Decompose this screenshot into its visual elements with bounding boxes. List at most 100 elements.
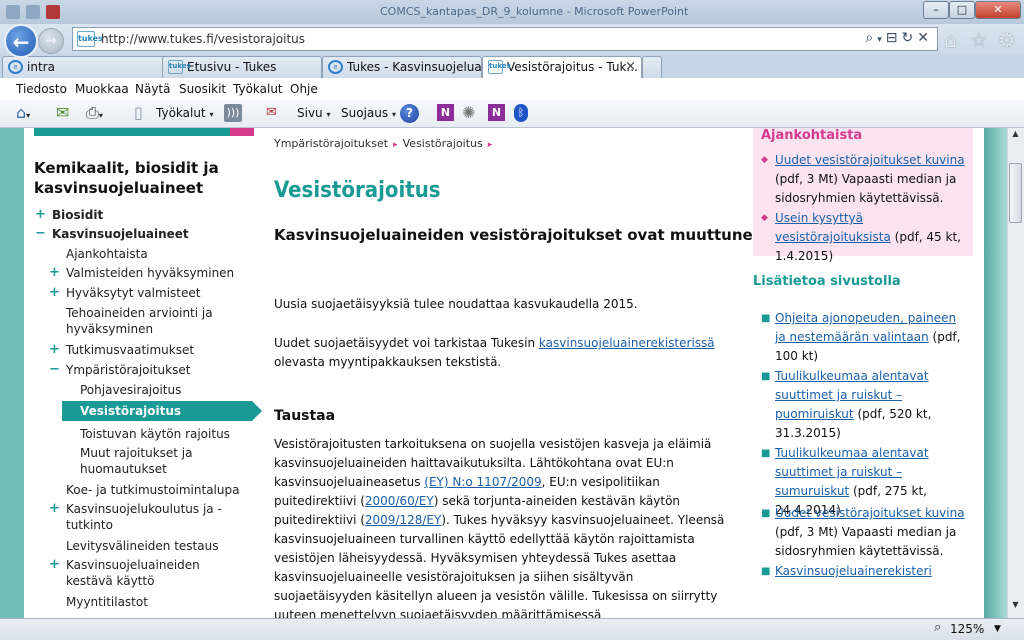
- tools-gear-icon[interactable]: ⚙: [998, 28, 1016, 52]
- app-shortcut-icon[interactable]: [46, 5, 60, 19]
- nav-item-label: Vesistörajoitus: [80, 404, 182, 418]
- page-menu-button[interactable]: Sivu ▾: [297, 106, 331, 120]
- nav-item-muut-rajoitukset[interactable]: Muut rajoitukset ja huomautukset: [80, 445, 210, 477]
- nav-item-pohjavesirajoitus[interactable]: Pohjavesirajoitus: [80, 382, 270, 398]
- zoom-icon[interactable]: ⌕: [934, 620, 941, 635]
- window-title: COMCS_kantapas_DR_9_kolumne - Microsoft …: [380, 5, 689, 18]
- more-info-item: ■ Ohjeita ajonopeuden, paineen ja nestemä…: [761, 309, 966, 366]
- nav-item-tutkimusvaatimukset[interactable]: + Tutkimusvaatimukset: [49, 342, 256, 358]
- more-info-link[interactable]: Uudet vesistörajoitukset kuvina: [775, 506, 965, 520]
- expand-icon[interactable]: +: [49, 265, 60, 281]
- search-icon[interactable]: ⌕: [865, 30, 877, 46]
- home-icon[interactable]: ⌂▾: [16, 104, 30, 125]
- nav-item-label: Kasvinsuojeluaineiden kestävä käyttö: [66, 558, 200, 588]
- home-icon[interactable]: ⌂: [944, 28, 957, 52]
- tab-kasvinsuojeluaineet[interactable]: e Tukes - Kasvinsuojeluai...: [322, 56, 482, 78]
- onenote-icon[interactable]: N: [437, 104, 454, 121]
- nav-item-toistuvan-kayton-rajoitus[interactable]: Toistuvan käytön rajoitus: [80, 426, 270, 442]
- print-icon[interactable]: ⎙▾: [86, 104, 103, 125]
- nav-item-ajankohtaista[interactable]: Ajankohtaista: [66, 246, 256, 262]
- tab-etusivu[interactable]: tukes Etusivu - Tukes: [162, 56, 322, 78]
- scroll-up-arrow-icon[interactable]: ▲: [1008, 129, 1023, 145]
- dropdown-icon[interactable]: ▾: [877, 35, 886, 45]
- expand-icon[interactable]: +: [49, 285, 60, 301]
- tab-vesistorajoitus[interactable]: tukes Vesistörajoitus - Tuk... ×: [482, 56, 642, 78]
- nav-item-tehoaineiden-arviointi[interactable]: Tehoaineiden arviointi ja hyväksyminen: [66, 305, 216, 337]
- news-item: ◆ Uudet vesistörajoitukset kuvina (pdf, 3…: [761, 151, 966, 208]
- news-link[interactable]: Usein kysyttyä vesistörajoituksista: [775, 211, 891, 244]
- tools-menu-button[interactable]: Työkalut ▾: [156, 106, 213, 120]
- more-info-note: (pdf, 3 Mt) Vapaasti median ja sidosryhm…: [775, 525, 957, 558]
- maximize-button[interactable]: □: [949, 1, 975, 19]
- menu-nayta[interactable]: Näytä: [135, 82, 171, 96]
- tab-label: Vesistörajoitus - Tuk...: [507, 60, 638, 74]
- new-tab-button[interactable]: [642, 56, 662, 78]
- menu-tyokalut[interactable]: Työkalut: [233, 82, 283, 96]
- nav-item-label: Tutkimusvaatimukset: [66, 343, 195, 357]
- nav-item-myyntitilastot[interactable]: Myyntitilastot: [66, 594, 256, 610]
- help-icon[interactable]: ?: [400, 104, 419, 123]
- zoom-dropdown-icon[interactable]: ▼: [994, 624, 1001, 634]
- expand-icon[interactable]: +: [49, 342, 60, 358]
- favorites-star-icon[interactable]: ☆: [970, 28, 988, 52]
- nav-item-hyvaksytyt-valmisteet[interactable]: + Hyväksytyt valmisteet: [49, 285, 256, 301]
- nav-item-kasvinsuojeluaineet[interactable]: − Kasvinsuojeluaineet: [35, 226, 242, 242]
- address-actions[interactable]: ⌕▾⊟↻✕: [865, 30, 933, 46]
- nav-item-koe-ja-tutkimustoimintalupa[interactable]: Koe- ja tutkimustoimintalupa: [66, 482, 256, 498]
- nav-item-vesistorajoitus[interactable]: Vesistörajoitus: [62, 401, 252, 421]
- nav-item-kestava-kaytto[interactable]: + Kasvinsuojeluaineiden kestävä käyttö: [49, 557, 241, 589]
- nav-item-levitysvalineiden-testaus[interactable]: Levitysvälineiden testaus: [66, 538, 256, 554]
- text: ). Tukes hyväksyy kasvinsuojeluaineet. Y…: [274, 513, 725, 618]
- nav-heading: Kemikaalit, biosidit ja kasvinsuojeluain…: [34, 159, 219, 197]
- more-info-link[interactable]: Ohjeita ajonopeuden, paineen ja nestemää…: [775, 311, 956, 344]
- compatibility-icon[interactable]: ⊟: [886, 30, 902, 46]
- stop-icon[interactable]: ✕: [917, 30, 933, 46]
- breadcrumb-item[interactable]: Ympäristörajoitukset: [274, 137, 388, 150]
- nav-item-label: Levitysvälineiden testaus: [66, 539, 219, 553]
- nav-item-ymparistorajoitukset[interactable]: − Ympäristörajoitukset: [49, 362, 256, 378]
- more-info-link[interactable]: Kasvinsuojeluainerekisteri: [775, 564, 932, 578]
- nav-item-valmisteiden-hyvaksyminen[interactable]: + Valmisteiden hyväksyminen: [49, 265, 256, 281]
- regulation-link[interactable]: (EY) N:o 1107/2009: [424, 475, 541, 489]
- breadcrumb-item[interactable]: Vesistörajoitus: [403, 137, 483, 150]
- safety-menu-button[interactable]: Suojaus ▾: [341, 106, 396, 120]
- save-icon[interactable]: [26, 5, 40, 19]
- nav-item-kasvinsuojelukoulutus[interactable]: + Kasvinsuojelukoulutus ja -tutkinto: [49, 501, 226, 533]
- refresh-icon[interactable]: ↻: [902, 30, 918, 46]
- menu-suosikit[interactable]: Suosikit: [179, 82, 226, 96]
- settings-icon[interactable]: ✺: [462, 104, 475, 122]
- minimize-button[interactable]: –: [923, 1, 949, 19]
- back-button[interactable]: ←: [4, 24, 38, 58]
- menu-tiedosto[interactable]: Tiedosto: [16, 82, 67, 96]
- news-link[interactable]: Uudet vesistörajoitukset kuvina: [775, 153, 965, 167]
- zoom-level[interactable]: 125%: [950, 622, 984, 636]
- rss-icon[interactable]: ))): [224, 104, 242, 122]
- scrollbar-thumb[interactable]: [1009, 163, 1022, 223]
- mail-icon[interactable]: ✉: [266, 104, 277, 122]
- page-icon[interactable]: ▯: [134, 104, 143, 122]
- nav-item-label: Ajankohtaista: [66, 247, 148, 261]
- forward-button[interactable]: →: [38, 28, 64, 54]
- menu-ohje[interactable]: Ohje: [290, 82, 318, 96]
- menu-muokkaa[interactable]: Muokkaa: [75, 82, 129, 96]
- safety-label: Suojaus: [341, 106, 389, 120]
- collapse-icon[interactable]: −: [49, 362, 60, 378]
- onenote-linked-icon[interactable]: N: [488, 104, 505, 121]
- expand-icon[interactable]: +: [35, 207, 46, 223]
- bluetooth-icon[interactable]: ᛒ: [514, 104, 528, 122]
- nav-item-biosidit[interactable]: + Biosidit: [35, 207, 242, 223]
- address-bar[interactable]: tukes http://www.tukes.fi/vesistorajoitu…: [72, 27, 938, 51]
- tab-intra[interactable]: e intra: [2, 56, 178, 78]
- pesticide-directive-link[interactable]: 2009/128/EY: [365, 513, 441, 527]
- register-link[interactable]: kasvinsuojeluainerekisterissä: [539, 336, 715, 350]
- ie-icon: e: [8, 60, 23, 74]
- address-url[interactable]: http://www.tukes.fi/vesistorajoitus: [101, 32, 305, 46]
- close-tab-icon[interactable]: ×: [625, 57, 636, 77]
- water-directive-link[interactable]: 2000/60/EY: [365, 494, 434, 508]
- feeds-icon[interactable]: ✉: [56, 104, 69, 122]
- close-window-button[interactable]: ✕: [975, 1, 1021, 19]
- expand-icon[interactable]: +: [49, 501, 60, 517]
- scroll-down-arrow-icon[interactable]: ▼: [1008, 600, 1023, 616]
- collapse-icon[interactable]: −: [35, 226, 46, 242]
- expand-icon[interactable]: +: [49, 557, 60, 573]
